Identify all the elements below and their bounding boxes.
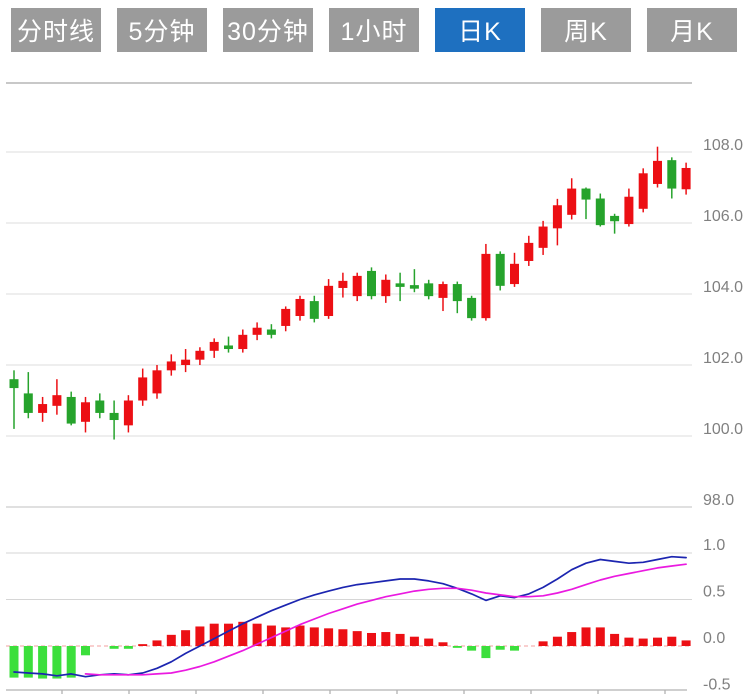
- candle-up: [181, 360, 190, 365]
- candle-up: [439, 284, 448, 298]
- macd-bar-up: [296, 626, 305, 646]
- candle-up: [38, 404, 47, 413]
- macd-bar-up: [224, 624, 233, 646]
- macd-bar-up: [596, 627, 605, 646]
- macd-bar-up: [195, 626, 204, 646]
- candle-up: [153, 370, 162, 393]
- macd-bar-up: [610, 634, 619, 646]
- candle-down: [67, 397, 76, 424]
- macd-bar-up: [539, 641, 548, 646]
- candle-down: [267, 330, 276, 335]
- candle-up: [567, 189, 576, 215]
- macd-bar-down: [124, 646, 133, 649]
- candle-up: [281, 309, 290, 326]
- candle-up: [353, 276, 362, 296]
- macd-tick-label: 1.0: [703, 537, 725, 554]
- candle-up: [195, 351, 204, 360]
- candle-down: [610, 216, 619, 221]
- price-tick-label: 106.0: [703, 208, 743, 225]
- macd-bar-up: [138, 644, 147, 646]
- candle-up: [524, 243, 533, 261]
- macd-bar-up: [624, 638, 633, 646]
- macd-bar-up: [439, 642, 448, 646]
- candle-down: [667, 160, 676, 188]
- candle-down: [310, 301, 319, 319]
- candle-up: [138, 377, 147, 400]
- price-tick-label: 108.0: [703, 137, 743, 154]
- macd-tick-label: 0.5: [703, 584, 725, 601]
- candle-up: [381, 280, 390, 296]
- macd-bar-up: [367, 633, 376, 646]
- candle-up: [682, 168, 691, 189]
- macd-bar-up: [210, 624, 219, 646]
- macd-tick-label: -0.5: [703, 677, 731, 694]
- price-tick-label: 98.0: [703, 492, 734, 509]
- candle-down: [453, 284, 462, 301]
- candle-down: [396, 283, 405, 287]
- macd-bar-up: [653, 638, 662, 646]
- candle-up: [338, 281, 347, 288]
- macd-bar-up: [353, 631, 362, 646]
- candle-up: [539, 227, 548, 248]
- candle-down: [95, 401, 104, 413]
- candle-down: [110, 413, 119, 420]
- candle-up: [510, 264, 519, 284]
- macd-bar-up: [324, 628, 333, 646]
- candle-up: [210, 342, 219, 351]
- candle-down: [10, 379, 19, 388]
- candle-down: [582, 189, 591, 200]
- candle-down: [467, 298, 476, 318]
- macd-bar-up: [667, 637, 676, 646]
- candle-up: [481, 254, 490, 318]
- macd-bar-up: [396, 634, 405, 646]
- candle-up: [253, 328, 262, 335]
- candle-down: [596, 199, 605, 226]
- candle-up: [653, 161, 662, 184]
- candle-down: [367, 271, 376, 296]
- price-tick-label: 104.0: [703, 279, 743, 296]
- candle-up: [81, 402, 90, 422]
- macd-bar-down: [481, 646, 490, 658]
- kline-chart[interactable]: 108.0 106.0 104.0 102.0 100.0 98.0 1.0 0.5 0.0 -0…: [0, 0, 755, 694]
- candle-up: [296, 299, 305, 316]
- macd-bar-up: [682, 640, 691, 646]
- macd-bar-down: [510, 646, 519, 651]
- macd-bar-down: [467, 646, 476, 651]
- candle-up: [324, 286, 333, 316]
- candle-up: [553, 205, 562, 228]
- macd-bar-up: [410, 637, 419, 646]
- candle-up: [167, 361, 176, 370]
- macd-bar-down: [52, 646, 61, 679]
- candle-up: [639, 173, 648, 209]
- candle-down: [496, 254, 505, 286]
- macd-bar-down: [110, 646, 119, 649]
- macd-bar-up: [424, 639, 433, 646]
- macd-bar-down: [496, 646, 505, 650]
- candle-down: [410, 285, 419, 289]
- macd-bar-down: [453, 646, 462, 648]
- candle-up: [624, 197, 633, 224]
- macd-bar-up: [167, 635, 176, 646]
- price-tick-label: 102.0: [703, 350, 743, 367]
- macd-bar-down: [67, 646, 76, 678]
- price-tick-label: 100.0: [703, 421, 743, 438]
- macd-bar-up: [310, 627, 319, 646]
- macd-bar-up: [582, 627, 591, 646]
- macd-bar-down: [81, 646, 90, 655]
- macd-bar-up: [338, 629, 347, 646]
- macd-bar-up: [181, 630, 190, 646]
- candle-down: [224, 345, 233, 349]
- candle-down: [424, 283, 433, 296]
- macd-bar-up: [553, 637, 562, 646]
- candle-up: [52, 395, 61, 406]
- macd-bar-up: [639, 639, 648, 646]
- candle-up: [238, 335, 247, 349]
- macd-bar-up: [153, 640, 162, 646]
- macd-tick-label: 0.0: [703, 630, 725, 647]
- macd-bar-up: [567, 632, 576, 646]
- macd-bar-up: [381, 632, 390, 646]
- candle-down: [24, 393, 33, 413]
- candle-up: [124, 401, 133, 426]
- dif-line: [14, 557, 686, 677]
